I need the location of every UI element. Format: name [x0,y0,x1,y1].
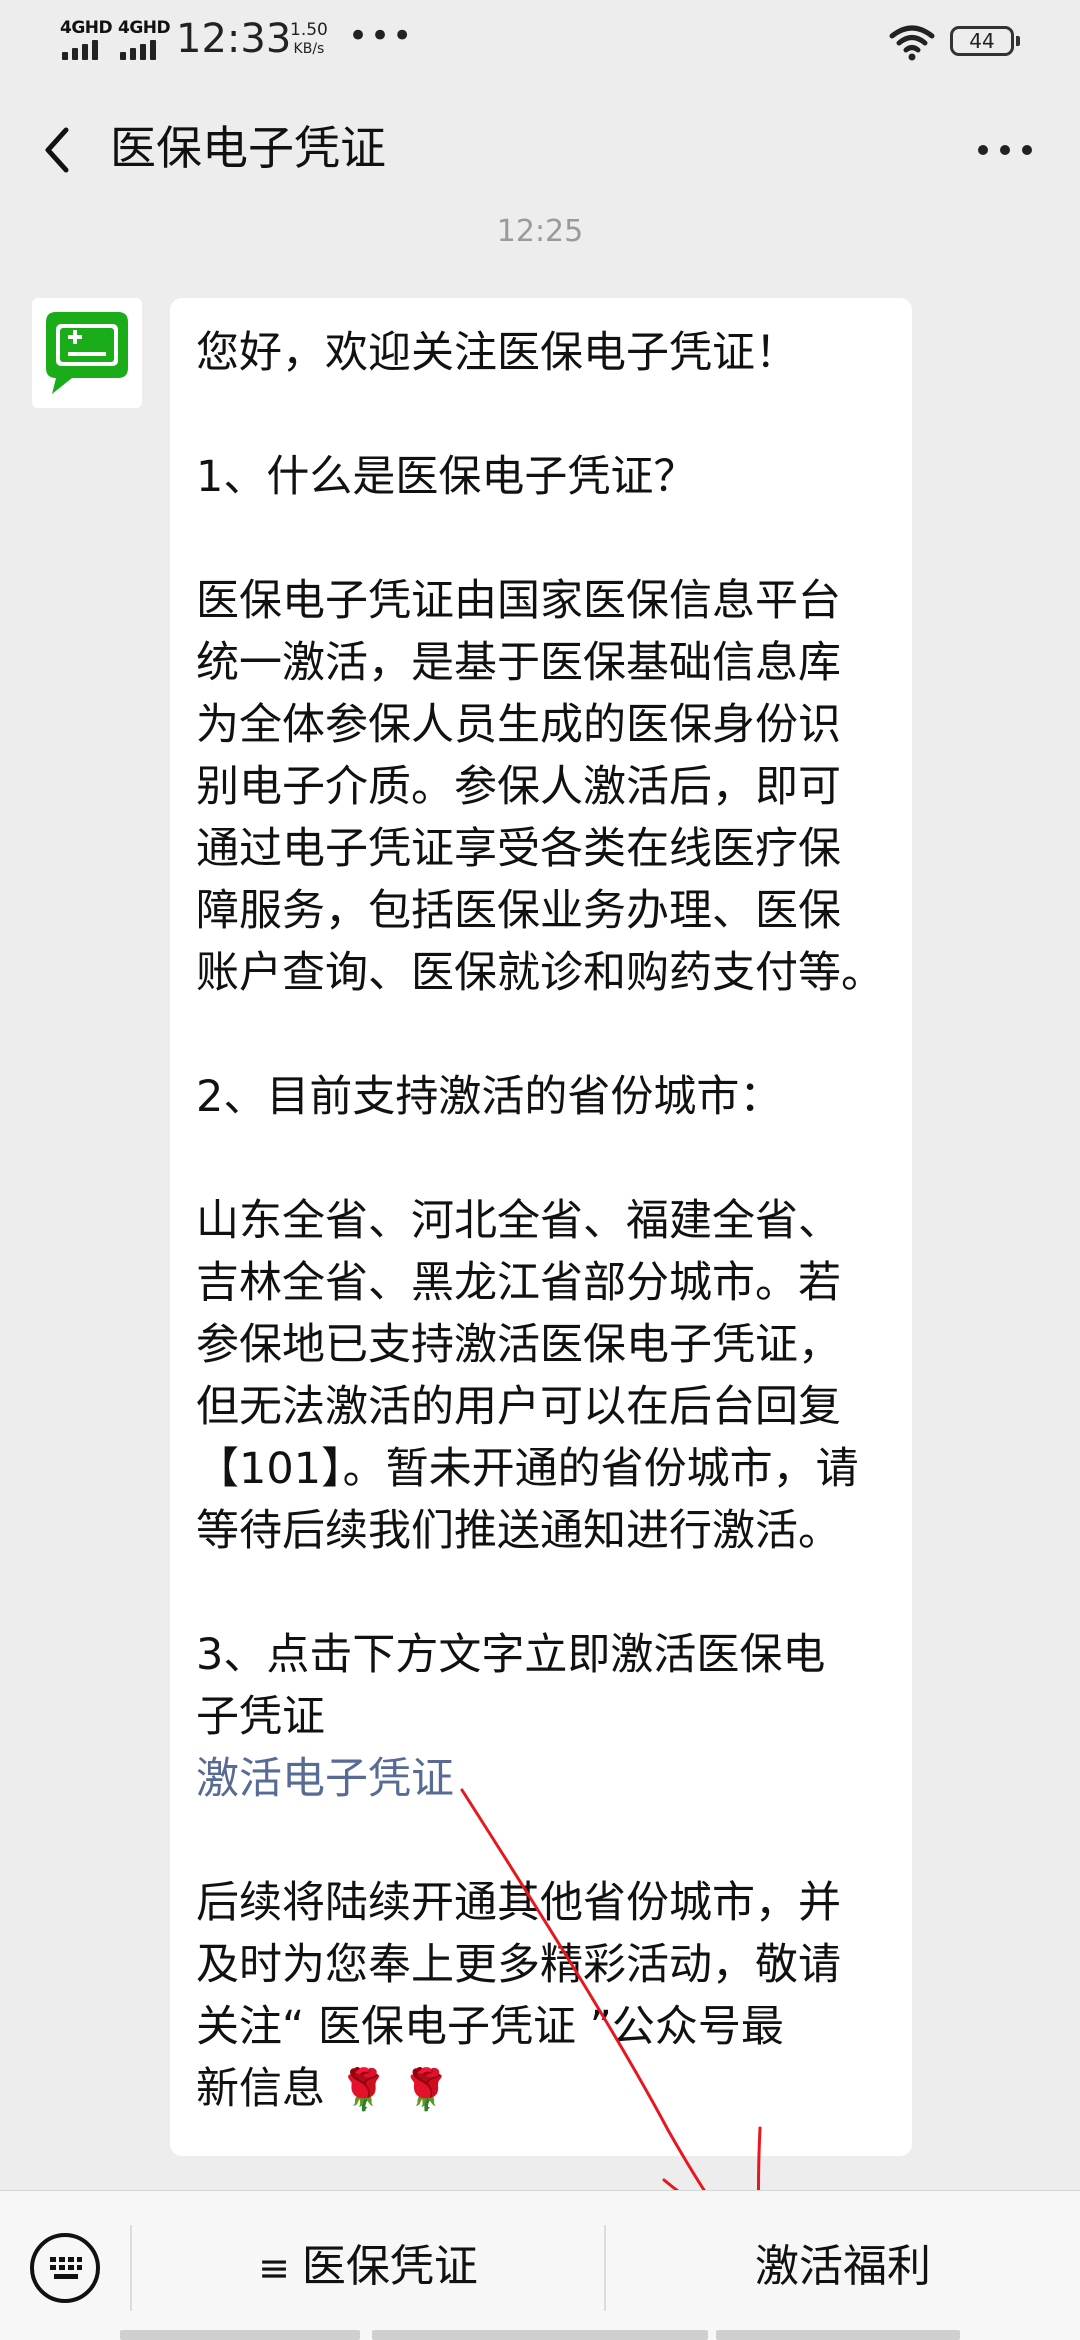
nav-hint-bar [372,2330,708,2340]
message-text-line: 3、点击下方文字立即激活医保电 [196,1630,826,1680]
message-text-line: 账户查询、医保就诊和购药支付等。 [196,948,884,998]
wifi-icon [889,25,935,61]
message-timestamp: 12:25 [496,214,584,249]
keyboard-icon[interactable] [28,2231,102,2305]
menu-item-label: 激活福利 [755,2241,931,2292]
account-avatar[interactable] [32,298,142,408]
signal-indicator-2: 4GHD [118,20,174,60]
message-text-line: 新信息 [196,2064,325,2114]
title-bar: 医保电子凭证 [0,80,1080,220]
network-type-label: 4GHD [118,18,171,38]
signal-bars-icon [62,38,112,60]
status-time: 12:33 [176,16,292,62]
nav-hint-bar [716,2330,960,2340]
signal-indicator-1: 4GHD [60,20,116,60]
menu-item-insurance-voucher[interactable]: ≡ 医保凭证 [132,2227,604,2307]
message-text-line: 后续将陆续开通其他省份城市，并 [196,1878,841,1928]
message-text-line: 及时为您奉上更多精彩活动，敬请 [196,1940,841,1990]
network-type-label: 4GHD [60,18,113,38]
menu-item-label: 医保凭证 [301,2241,478,2292]
network-speed: 1.50 KB/s [290,22,328,58]
message-text-line: 【101】。暂未开通的省份城市，请 [196,1444,859,1494]
activate-voucher-link[interactable]: 激活电子凭证 [196,1748,454,1810]
message-text-line: 别电子介质。参保人激活后，即可 [196,762,841,812]
menu-list-icon: ≡ [258,2246,290,2290]
message-last-line: 新信息 🌹 🌹 [196,2058,451,2121]
network-speed-value: 1.50 [290,20,328,40]
account-menu-bar: ≡ 医保凭证 激活福利 [0,2190,1080,2340]
status-bar: 4GHD 4GHD 12:33 1.50 KB/s ••• 44 [0,0,1080,80]
message-text-line: 统一激活，是基于医保基础信息库 [196,638,841,688]
nav-hint-bar [120,2330,360,2340]
rose-emoji: 🌹 🌹 [338,2067,451,2113]
signal-bars-icon [120,38,170,60]
more-dots-icon[interactable] [960,114,1050,186]
message-text-line: 障服务，包括医保业务办理、医保 [196,886,841,936]
message-bubble: 您好，欢迎关注医保电子凭证！ 1、什么是医保电子凭证？ 医保电子凭证由国家医保信… [170,298,912,2156]
message-text-line: 吉林全省、黑龙江省部分城市。若 [196,1258,841,1308]
message-text-line: 但无法激活的用户可以在后台回复 [196,1382,841,1432]
battery-indicator: 44 [950,26,1020,56]
message-text-line: 1、什么是医保电子凭证？ [196,452,697,502]
page-title: 医保电子凭证 [110,121,386,175]
network-speed-unit: KB/s [293,41,325,57]
message-text-line: 子凭证 [196,1692,325,1742]
message-text-line: 关注“ 医保电子凭证 ”公众号最 [196,2002,784,2052]
insurance-card-chat-icon [46,312,128,394]
message-text-line: 通过电子凭证享受各类在线医疗保 [196,824,841,874]
wechat-official-account-chat: 4GHD 4GHD 12:33 1.50 KB/s ••• 44 医保电子凭证 … [0,0,1080,2340]
menu-item-activation-benefits[interactable]: 激活福利 [606,2227,1080,2307]
message-text-line: 参保地已支持激活医保电子凭证， [196,1320,841,1370]
message-text-line: 等待后续我们推送通知进行激活。 [196,1506,841,1556]
message-text-line: 医保电子凭证由国家医保信息平台 [196,576,841,626]
chevron-left-icon[interactable] [24,114,96,186]
status-more-indicator: ••• [348,16,415,56]
message-text-line: 2、目前支持激活的省份城市： [196,1072,783,1122]
message-text-line: 山东全省、河北全省、福建全省、 [196,1196,841,1246]
message-text-line: 为全体参保人员生成的医保身份识 [196,700,841,750]
message-text-line: 您好，欢迎关注医保电子凭证！ [196,328,798,378]
